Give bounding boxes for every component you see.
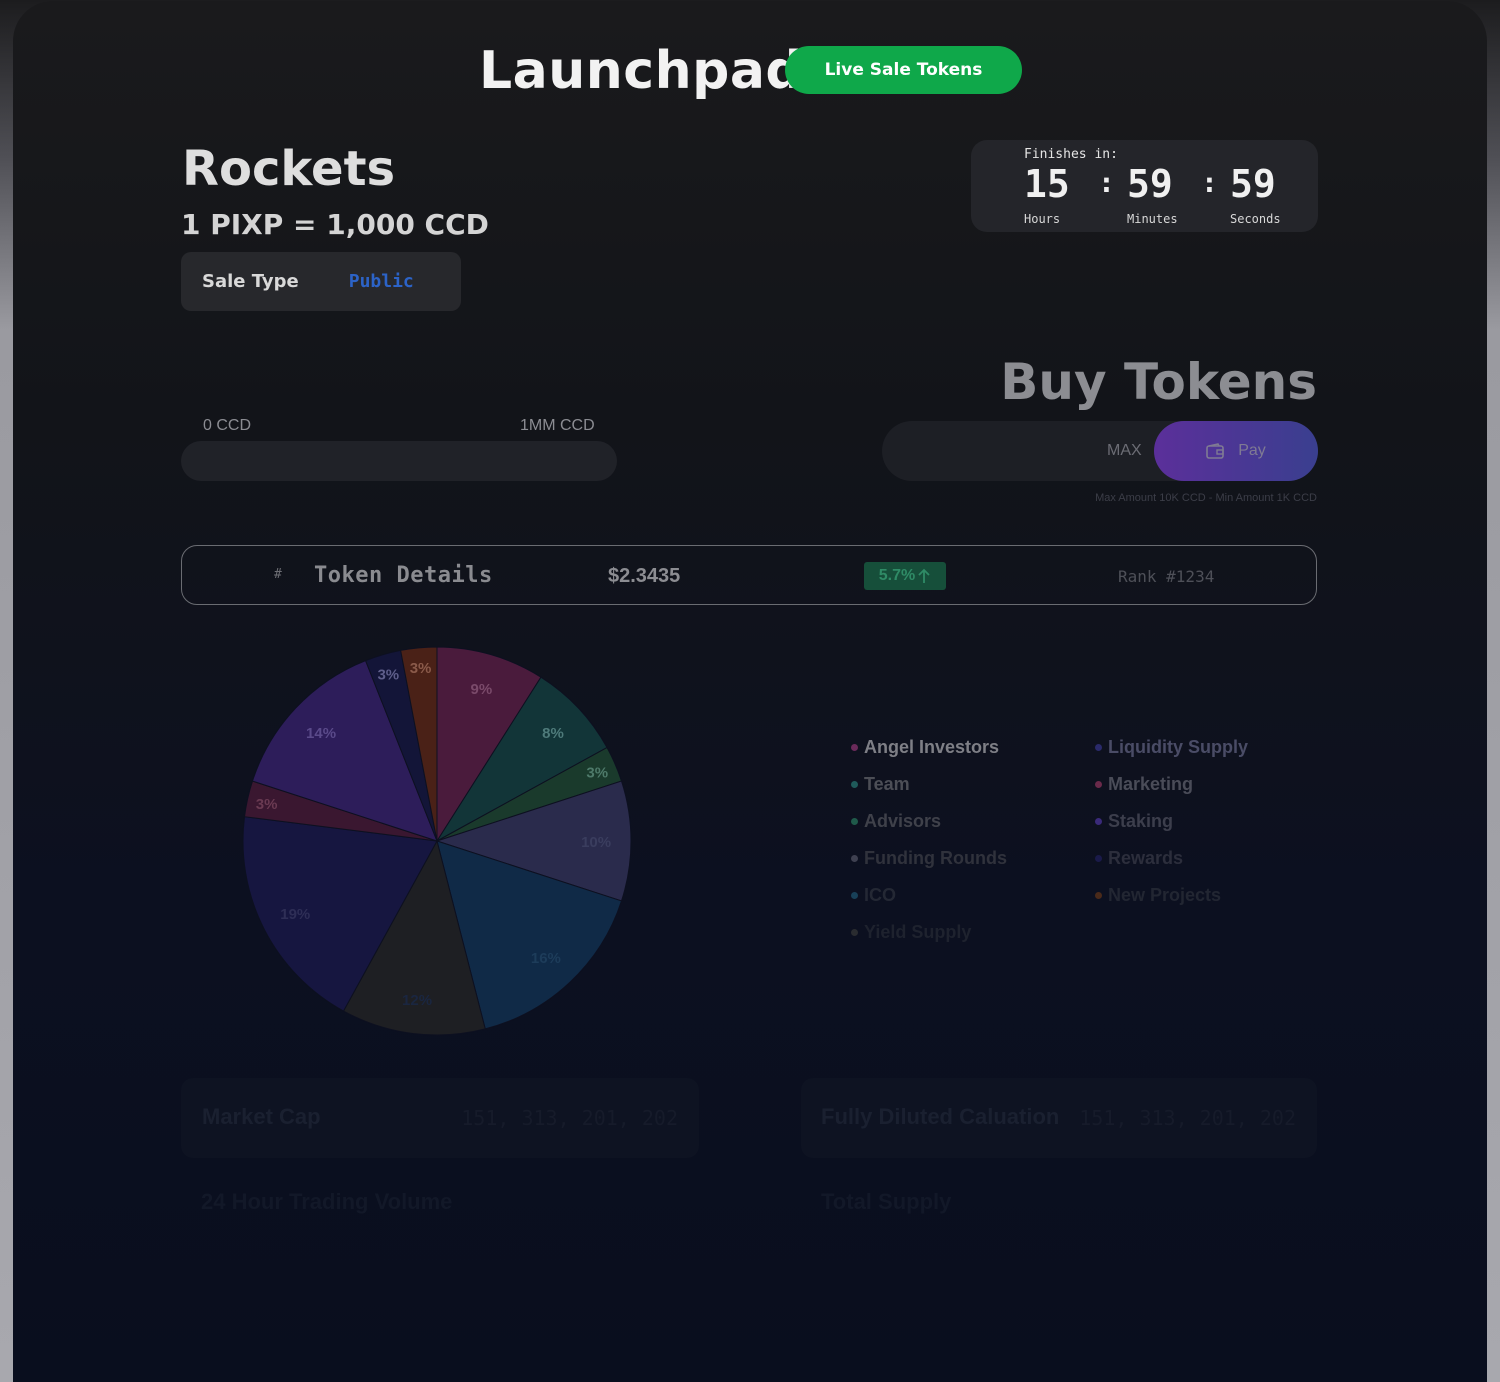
token-price: $2.3435	[608, 565, 681, 587]
market-cap-label: Market Cap	[202, 1104, 321, 1129]
token-rank: Rank #1234	[1118, 567, 1215, 586]
legend-item: Yield Supply	[851, 922, 971, 943]
live-sale-tokens-button[interactable]: Live Sale Tokens	[785, 46, 1022, 94]
countdown-minutes: 59	[1127, 162, 1173, 206]
legend-label: New Projects	[1108, 885, 1222, 905]
countdown-hours: 15	[1024, 162, 1070, 206]
pie-slice-label: 19%	[280, 906, 310, 923]
buy-limits-text: Max Amount 10K CCD - Min Amount 1K CCD	[1095, 492, 1317, 504]
legend-dot-icon	[1095, 855, 1102, 862]
arrow-up-icon	[918, 568, 930, 583]
fdv-card: Fully Diluted Caluation 151, 313, 201, 2…	[801, 1078, 1317, 1158]
max-button[interactable]: MAX	[1107, 442, 1142, 460]
legend-label: ICO	[864, 885, 897, 905]
legend-label: Marketing	[1108, 774, 1194, 794]
pie-slice-label: 3%	[586, 765, 608, 782]
pie-slice-label: 9%	[471, 681, 493, 698]
sale-type-value: Public	[348, 271, 414, 292]
legend-dot-icon	[1095, 818, 1102, 825]
pie-slice-label: 14%	[306, 725, 336, 742]
fdv-label: Fully Diluted Caluation	[821, 1104, 1060, 1129]
pie-slice-label: 3%	[256, 796, 278, 813]
buy-tokens-title: Buy Tokens	[1000, 353, 1317, 411]
page-title: Launchpad	[479, 41, 804, 101]
legend-label: Funding Rounds	[864, 848, 1007, 868]
market-cap-value: 151, 313, 201, 202	[461, 1106, 678, 1130]
legend-label: Advisors	[864, 811, 942, 831]
pay-button[interactable]: Pay	[1154, 421, 1318, 481]
wallet-icon	[1206, 443, 1225, 459]
sale-type-box: Sale Type Public	[181, 252, 461, 311]
legend-item: Funding Rounds	[851, 848, 1007, 869]
launchpad-window: Launchpad Live Sale Tokens Rockets 1 PIX…	[13, 1, 1487, 1382]
progress-max-label: 1MM CCD	[520, 417, 595, 434]
exchange-rate: 1 PIXP = 1,000 CCD	[181, 208, 489, 241]
legend-dot-icon	[1095, 744, 1102, 751]
legend-label: Liquidity Supply	[1108, 737, 1248, 757]
legend-label: Staking	[1108, 811, 1174, 831]
legend-item: Rewards	[1095, 848, 1183, 869]
minutes-label: Minutes	[1127, 212, 1178, 226]
legend-label: Angel Investors	[864, 737, 1000, 757]
legend-item: Team	[851, 774, 910, 795]
price-change-badge: 5.7%	[864, 562, 946, 590]
seconds-label: Seconds	[1230, 212, 1281, 226]
total-supply-label: Total Supply	[821, 1189, 952, 1214]
fdv-value: 151, 313, 201, 202	[1079, 1106, 1296, 1130]
sale-progress-bar	[181, 441, 617, 481]
legend-item: Marketing	[1095, 774, 1193, 795]
legend-item: Advisors	[851, 811, 941, 832]
token-details-title: Token Details	[314, 563, 493, 588]
legend-dot-icon	[851, 781, 858, 788]
legend-dot-icon	[851, 929, 858, 936]
pie-slice-label: 8%	[542, 725, 564, 742]
countdown-timer: Finishes in: 15 : 59 : 59 Hours Minutes …	[971, 140, 1318, 232]
legend-dot-icon	[1095, 892, 1102, 899]
legend-dot-icon	[851, 818, 858, 825]
progress-min-label: 0 CCD	[203, 417, 252, 434]
hours-label: Hours	[1024, 212, 1061, 226]
legend-label: Yield Supply	[864, 922, 972, 942]
legend-dot-icon	[851, 744, 858, 751]
buy-amount-field[interactable]: MAX Pay	[882, 421, 1318, 481]
legend-label: Rewards	[1108, 848, 1184, 868]
token-allocation-pie-chart: 9% 8% 3% 10% 16% 12% 19% 3% 14% 3% 3%	[242, 646, 632, 1036]
legend-dot-icon	[851, 855, 858, 862]
project-name: Rockets	[182, 141, 396, 197]
legend-item: Angel Investors	[851, 737, 999, 758]
pie-slice-label: 16%	[531, 950, 561, 967]
pay-label: Pay	[1238, 442, 1266, 459]
countdown-caption: Finishes in:	[1024, 147, 1118, 162]
countdown-separator: :	[1098, 166, 1115, 199]
pie-slice-label: 12%	[402, 992, 432, 1009]
legend-dot-icon	[1095, 781, 1102, 788]
market-cap-card: Market Cap 151, 313, 201, 202	[181, 1078, 699, 1158]
token-details-bar: # Token Details $2.3435 5.7% Rank #1234	[181, 545, 1317, 605]
sale-type-label: Sale Type	[202, 271, 299, 292]
pie-slice-label: 10%	[581, 834, 611, 851]
pie-slice-label: 3%	[377, 666, 399, 683]
countdown-separator: :	[1201, 166, 1218, 199]
volume-label: 24 Hour Trading Volume	[201, 1189, 453, 1214]
legend-item: Staking	[1095, 811, 1173, 832]
legend-dot-icon	[851, 892, 858, 899]
legend-item: ICO	[851, 885, 896, 906]
price-change-value: 5.7%	[878, 567, 916, 584]
countdown-seconds: 59	[1230, 162, 1276, 206]
legend-label: Team	[864, 774, 910, 794]
pie-slice-label: 3%	[410, 660, 432, 677]
hash-symbol: #	[274, 567, 282, 582]
legend-item: Liquidity Supply	[1095, 737, 1248, 758]
legend-item: New Projects	[1095, 885, 1221, 906]
